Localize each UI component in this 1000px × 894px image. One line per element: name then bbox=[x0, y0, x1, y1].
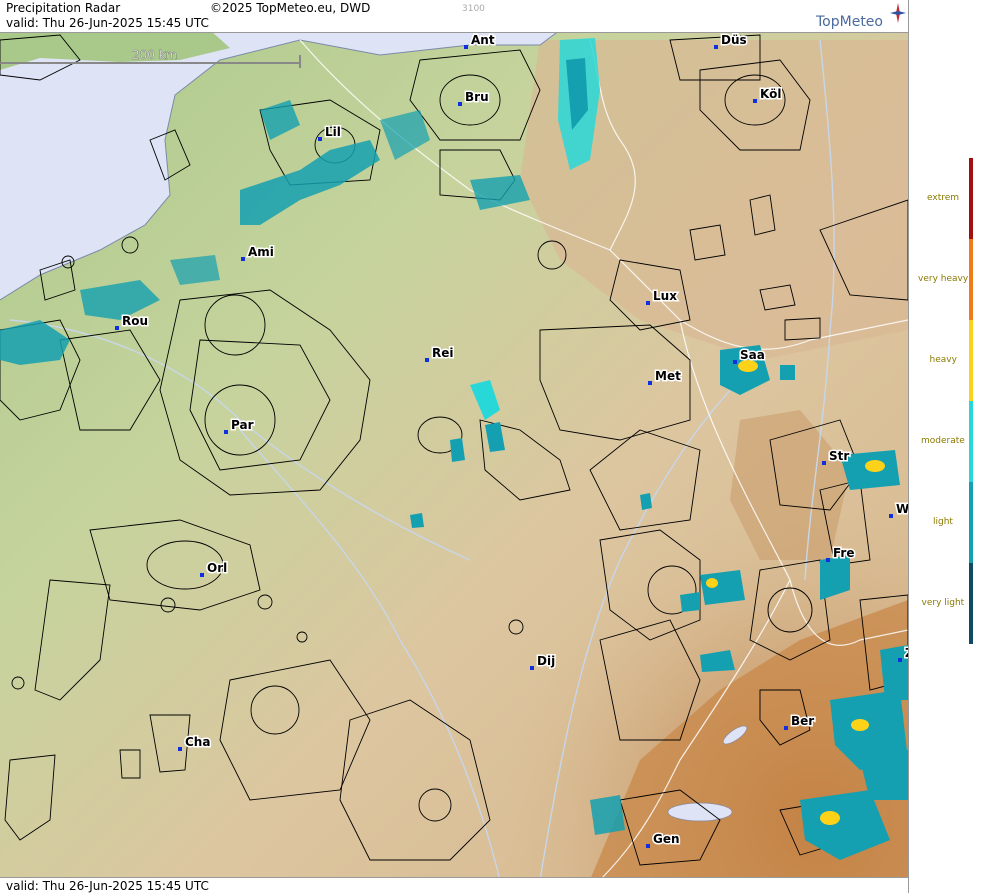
city-label: W bbox=[896, 502, 908, 516]
legend-label: light bbox=[933, 516, 953, 527]
city-marker bbox=[753, 99, 757, 103]
legend-color-extrem bbox=[969, 158, 973, 239]
city-marker bbox=[224, 430, 228, 434]
city-label: Bru bbox=[465, 90, 489, 104]
legend-panel: extrem very heavy heavy moderate light very l… bbox=[908, 0, 1000, 893]
brand-logo: TopMeteo bbox=[816, 14, 883, 30]
city-label: Rou bbox=[122, 314, 148, 328]
city-label: Ami bbox=[248, 245, 274, 259]
legend-color-heavy bbox=[969, 320, 973, 401]
city-label: Str bbox=[829, 449, 849, 463]
city-marker bbox=[241, 257, 245, 261]
city-marker bbox=[178, 747, 182, 751]
header-top: Precipitation Radar ©2025 TopMeteo.eu, D… bbox=[0, 0, 908, 33]
city-marker bbox=[648, 381, 652, 385]
legend-color-very-light bbox=[969, 563, 973, 644]
city-label: Saa bbox=[740, 348, 765, 362]
city-marker bbox=[714, 45, 718, 49]
city-label: Cha bbox=[185, 735, 210, 749]
radar-map[interactable]: 200 km Ant Düs Bru Köl Lil Ami Lux Rou Saa Rei Met… bbox=[0, 0, 908, 893]
legend-label: extrem bbox=[927, 192, 960, 203]
footer-bar: valid: Thu 26-Jun-2025 15:45 UTC bbox=[0, 877, 908, 894]
city-marker bbox=[318, 137, 322, 141]
city-marker bbox=[784, 726, 788, 730]
map-title: Precipitation Radar bbox=[6, 1, 121, 15]
map-code: 3100 bbox=[462, 4, 485, 14]
city-marker bbox=[898, 658, 902, 662]
legend-label: very light bbox=[921, 597, 965, 608]
lake-geneva bbox=[667, 802, 733, 822]
city-label: Lil bbox=[325, 125, 341, 139]
city-marker bbox=[425, 358, 429, 362]
legend-label: heavy bbox=[929, 354, 957, 365]
brand-name: TopMeteo bbox=[816, 14, 883, 30]
copyright-text: ©2025 TopMeteo.eu, DWD bbox=[210, 1, 371, 15]
city-label: Ant bbox=[471, 33, 495, 47]
city-label: Köl bbox=[760, 87, 781, 101]
city-label: Lux bbox=[653, 289, 677, 303]
city-marker bbox=[458, 102, 462, 106]
city-label: Met bbox=[655, 369, 681, 383]
city-marker bbox=[646, 301, 650, 305]
legend-color-moderate bbox=[969, 401, 973, 482]
city-marker bbox=[464, 45, 468, 49]
legend-color-very-heavy bbox=[969, 239, 973, 320]
city-marker bbox=[889, 514, 893, 518]
legend-color-light bbox=[969, 482, 973, 563]
city-label: Dij bbox=[537, 654, 555, 668]
city-marker bbox=[115, 326, 119, 330]
city-marker bbox=[822, 461, 826, 465]
city-marker bbox=[200, 573, 204, 577]
city-label: Gen bbox=[653, 832, 680, 846]
scale-label: 200 km bbox=[132, 48, 177, 62]
valid-time-bottom: valid: Thu 26-Jun-2025 15:45 UTC bbox=[6, 879, 209, 893]
city-label: Par bbox=[231, 418, 254, 432]
city-marker bbox=[646, 844, 650, 848]
city-label: Ber bbox=[791, 714, 814, 728]
city-marker bbox=[733, 360, 737, 364]
city-marker bbox=[826, 558, 830, 562]
city-marker bbox=[530, 666, 534, 670]
city-label: Orl bbox=[207, 561, 227, 575]
compass-icon bbox=[890, 3, 906, 23]
valid-time-top: valid: Thu 26-Jun-2025 15:45 UTC bbox=[6, 16, 209, 30]
city-label: Fre bbox=[833, 546, 855, 560]
city-label: Rei bbox=[432, 346, 454, 360]
legend-label: very heavy bbox=[918, 273, 969, 284]
city-label: Düs bbox=[721, 33, 747, 47]
legend-label: moderate bbox=[921, 435, 965, 446]
